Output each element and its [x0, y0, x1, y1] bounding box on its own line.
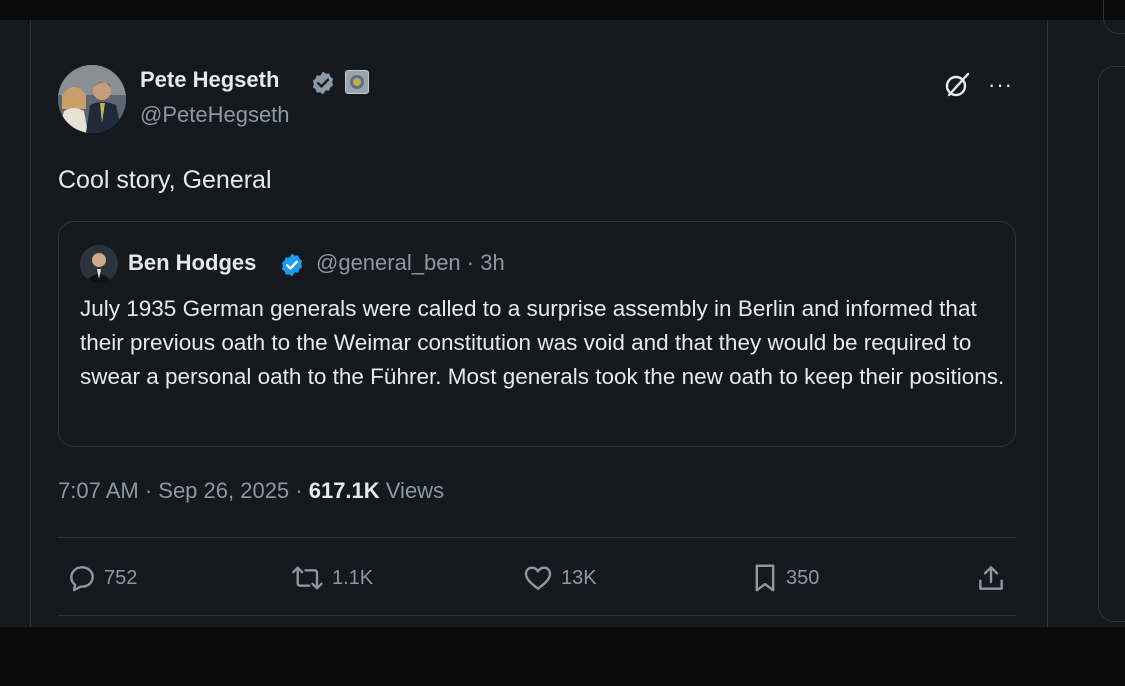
bottom-letterbox — [0, 627, 1125, 686]
reply-icon — [70, 566, 94, 592]
quoted-author-avatar[interactable] — [80, 245, 118, 283]
quoted-author-name[interactable]: Ben Hodges — [128, 250, 256, 276]
quoted-tweet-text: July 1935 German generals were called to… — [80, 296, 1005, 389]
bookmark-button[interactable]: 350 — [750, 562, 819, 594]
tweet-metadata: 7:07 AM · Sep 26, 2025 · 617.1K Views — [58, 478, 444, 504]
author-avatar[interactable] — [58, 65, 126, 133]
sidebar-card — [1098, 66, 1125, 622]
grok-icon[interactable] — [943, 71, 971, 99]
share-icon — [979, 566, 1003, 590]
quoted-avatar-photo — [80, 245, 118, 283]
author-handle[interactable]: @PeteHegseth — [140, 102, 290, 128]
tweet-timestamp[interactable]: 7:07 AM · Sep 26, 2025 · — [58, 478, 309, 503]
verified-badge-icon — [281, 253, 303, 277]
share-button[interactable] — [975, 562, 1007, 594]
repost-icon — [292, 566, 323, 590]
top-letterbox — [0, 0, 1125, 20]
repost-count: 1.1K — [332, 566, 374, 589]
divider — [58, 537, 1016, 538]
bookmark-icon — [755, 564, 775, 592]
repost-button[interactable]: 1.1K — [290, 562, 373, 594]
author-name[interactable]: Pete Hegseth — [140, 67, 279, 93]
divider — [58, 615, 1016, 616]
verified-badge-icon — [312, 71, 334, 95]
reply-count: 752 — [104, 566, 138, 589]
like-count: 13K — [561, 566, 597, 589]
sidebar-card-top — [1103, 0, 1125, 34]
bookmark-count: 350 — [786, 566, 820, 589]
more-icon[interactable]: ··· — [988, 72, 1013, 98]
like-icon — [524, 566, 552, 590]
views-label: Views — [379, 478, 445, 503]
reply-button[interactable]: 752 — [66, 562, 137, 594]
like-button[interactable]: 13K — [521, 562, 597, 594]
affiliation-badge-icon[interactable] — [345, 70, 369, 94]
views-count: 617.1K — [308, 478, 380, 503]
avatar-photo — [58, 65, 126, 133]
quoted-author-handle[interactable]: @general_ben · 3h — [316, 250, 505, 276]
tweet-text: Cool story, General — [58, 166, 272, 194]
